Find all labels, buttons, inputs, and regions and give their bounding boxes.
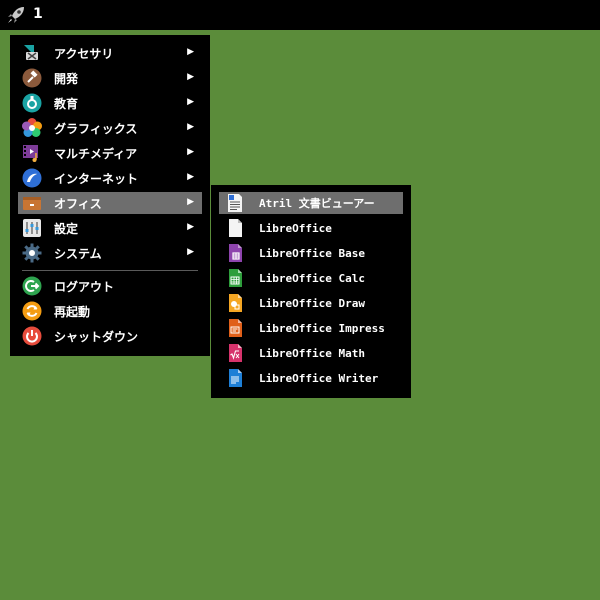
libreoffice-writer-icon: [229, 369, 242, 387]
office-submenu: Atril 文書ビューアー LibreOffice LibreOffice Ba…: [211, 185, 411, 398]
submenu-item-libreoffice-draw[interactable]: LibreOffice Draw: [219, 292, 403, 314]
rocket-launcher-icon[interactable]: [5, 4, 27, 26]
settings-icon: [23, 219, 41, 237]
menu-item-label: 開発: [54, 71, 79, 86]
submenu-arrow-icon: ▶: [187, 222, 194, 232]
libreoffice-icon: [229, 219, 242, 237]
submenu-item-libreoffice-math[interactable]: LibreOffice Math: [219, 342, 403, 364]
submenu-arrow-icon: ▶: [187, 72, 194, 82]
submenu-item-label: LibreOffice Draw: [259, 296, 365, 310]
submenu-item-libreoffice-base[interactable]: LibreOffice Base: [219, 242, 403, 264]
submenu-arrow-icon: ▶: [187, 172, 194, 182]
menu-item-multimedia[interactable]: マルチメディア ▶: [18, 142, 202, 164]
menu-item-label: シャットダウン: [54, 329, 139, 344]
submenu-item-label: LibreOffice: [259, 221, 332, 235]
menu-item-label: グラフィックス: [54, 121, 138, 136]
multimedia-icon: [23, 145, 38, 162]
menu-item-accessories[interactable]: アクセサリ ▶: [18, 42, 202, 64]
submenu-arrow-icon: ▶: [187, 247, 194, 257]
menu-separator: [22, 270, 198, 271]
submenu-arrow-icon: ▶: [187, 197, 194, 207]
menu-item-label: オフィス: [54, 196, 102, 211]
top-panel: 1: [0, 0, 600, 30]
submenu-arrow-icon: ▶: [187, 122, 194, 132]
graphics-icon: [22, 118, 42, 137]
logout-icon: [22, 276, 42, 296]
menu-item-shutdown[interactable]: シャットダウン: [18, 325, 202, 347]
education-icon: [22, 93, 42, 113]
menu-item-label: 再起動: [54, 304, 91, 319]
submenu-arrow-icon: ▶: [187, 47, 194, 57]
submenu-item-libreoffice-impress[interactable]: LibreOffice Impress: [219, 317, 403, 339]
menu-item-label: 教育: [54, 96, 79, 111]
submenu-arrow-icon: ▶: [187, 97, 194, 107]
menu-item-label: アクセサリ: [54, 46, 114, 61]
submenu-item-label: Atril 文書ビューアー: [259, 197, 375, 210]
submenu-item-label: LibreOffice Math: [259, 346, 365, 360]
atril-icon: [228, 194, 242, 212]
menu-item-label: システム: [54, 246, 102, 261]
submenu-item-label: LibreOffice Impress: [259, 321, 385, 335]
submenu-item-label: LibreOffice Calc: [259, 271, 365, 285]
workspace-number[interactable]: 1: [33, 6, 43, 22]
internet-icon: [22, 168, 42, 188]
libreoffice-math-icon: [229, 344, 242, 362]
menu-item-graphics[interactable]: グラフィックス ▶: [18, 117, 202, 139]
libreoffice-calc-icon: [229, 269, 242, 287]
libreoffice-impress-icon: [229, 319, 242, 337]
menu-item-education[interactable]: 教育 ▶: [18, 92, 202, 114]
submenu-item-libreoffice[interactable]: LibreOffice: [219, 217, 403, 239]
libreoffice-base-icon: [229, 244, 242, 262]
system-icon: [22, 243, 42, 263]
submenu-item-libreoffice-writer[interactable]: LibreOffice Writer: [219, 367, 403, 389]
menu-item-office[interactable]: オフィス ▶: [18, 192, 202, 214]
submenu-arrow-icon: ▶: [187, 147, 194, 157]
shutdown-icon: [22, 326, 42, 346]
menu-item-label: 設定: [54, 221, 79, 236]
menu-item-settings[interactable]: 設定 ▶: [18, 217, 202, 239]
application-menu: アクセサリ ▶ 開発 ▶ 教育 ▶ グラフィックス ▶ マルチメディア ▶ イン…: [10, 35, 210, 356]
office-icon: [23, 197, 41, 210]
restart-icon: [22, 301, 42, 321]
menu-item-label: ログアウト: [54, 279, 115, 294]
menu-item-logout[interactable]: ログアウト: [18, 275, 202, 297]
menu-item-system[interactable]: システム ▶: [18, 242, 202, 264]
submenu-item-libreoffice-calc[interactable]: LibreOffice Calc: [219, 267, 403, 289]
menu-item-label: マルチメディア: [54, 146, 138, 161]
submenu-item-label: LibreOffice Base: [259, 246, 365, 260]
menu-item-label: インターネット: [54, 171, 139, 186]
menu-item-internet[interactable]: インターネット ▶: [18, 167, 202, 189]
accessories-icon: [24, 45, 38, 60]
libreoffice-draw-icon: [229, 294, 242, 312]
submenu-item-atril[interactable]: Atril 文書ビューアー: [219, 192, 403, 214]
submenu-item-label: LibreOffice Writer: [259, 371, 379, 385]
development-icon: [22, 68, 42, 88]
menu-item-restart[interactable]: 再起動: [18, 300, 202, 322]
menu-item-development[interactable]: 開発 ▶: [18, 67, 202, 89]
